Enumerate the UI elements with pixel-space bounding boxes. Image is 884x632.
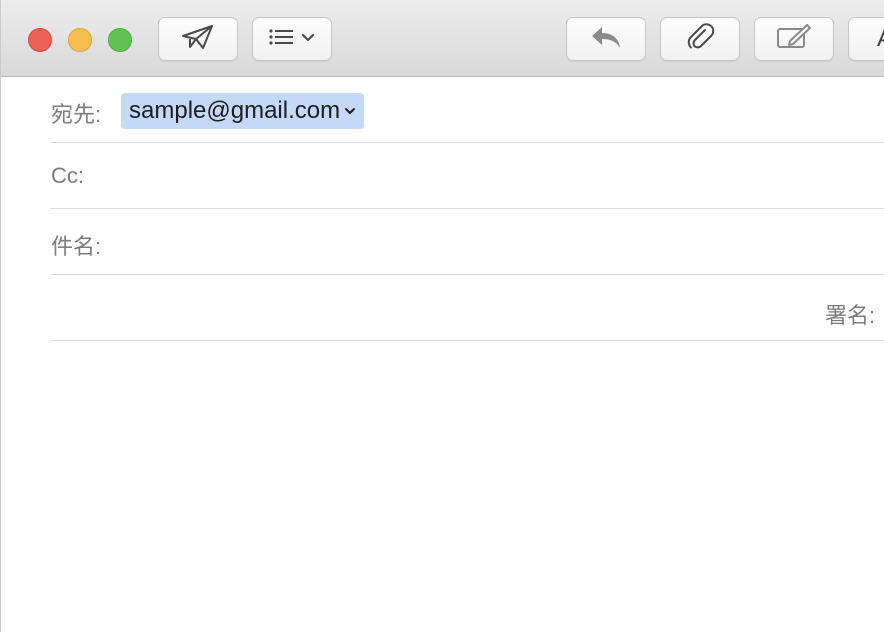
list-icon [269,28,295,51]
photo-markup-icon [776,23,812,56]
compose-window: A 宛先: sample@gmail.com Cc: 件名: 署名: [0,0,884,632]
subject-divider [51,274,884,275]
cc-label: Cc: [51,163,84,188]
recipient-token[interactable]: sample@gmail.com [121,93,365,129]
reply-arrow-icon [589,24,623,55]
cc-divider [51,208,884,209]
to-divider [51,142,884,143]
paper-plane-icon [181,24,215,55]
cc-input[interactable] [121,150,884,206]
subject-label: 件名: [51,234,102,259]
zoom-window-button[interactable] [108,28,132,52]
paperclip-icon [685,22,715,57]
font-button[interactable]: A [848,17,884,61]
chevron-down-icon[interactable] [344,106,356,116]
attach-button[interactable] [660,17,740,61]
close-window-button[interactable] [28,28,52,52]
chevron-down-icon [301,30,315,48]
message-body[interactable] [51,348,884,632]
send-button[interactable] [158,17,238,61]
signature-divider [51,340,884,341]
minimize-window-button[interactable] [68,28,92,52]
font-label: A [877,25,884,53]
to-label: 宛先: [51,102,102,127]
photo-markup-button[interactable] [754,17,834,61]
signature-label: 署名: [825,303,876,328]
subject-input[interactable] [121,216,884,272]
title-toolbar: A [1,0,884,77]
reply-button[interactable] [566,17,646,61]
recipient-address: sample@gmail.com [129,97,341,124]
format-menu-button[interactable] [252,17,332,61]
